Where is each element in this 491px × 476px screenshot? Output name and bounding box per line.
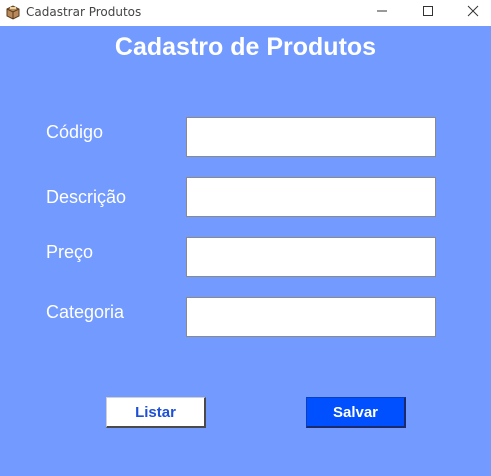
page-title: Cadastro de Produtos [114,33,377,61]
preco-label: Preço [46,242,94,262]
salvar-button[interactable]: Salvar [306,397,406,428]
minimize-icon [376,4,388,22]
window-title: Cadastrar Produtos [26,5,142,19]
minimize-button[interactable] [359,0,405,26]
listar-button[interactable]: Listar [106,397,206,428]
descricao-label: Descrição [46,187,127,207]
app-window: Cadastrar Produtos Cadastro de Produtos … [0,0,491,476]
close-button[interactable] [450,0,491,26]
descricao-input[interactable] [186,177,436,217]
categoria-label: Categoria [46,302,125,322]
codigo-input[interactable] [186,117,436,157]
maximize-icon [422,4,434,22]
close-icon [467,4,479,22]
preco-input[interactable] [186,237,436,277]
categoria-input[interactable] [186,297,436,337]
codigo-label: Código [46,122,104,142]
maximize-button[interactable] [405,0,451,26]
title-bar[interactable]: Cadastrar Produtos [0,0,491,26]
package-icon [5,4,21,20]
